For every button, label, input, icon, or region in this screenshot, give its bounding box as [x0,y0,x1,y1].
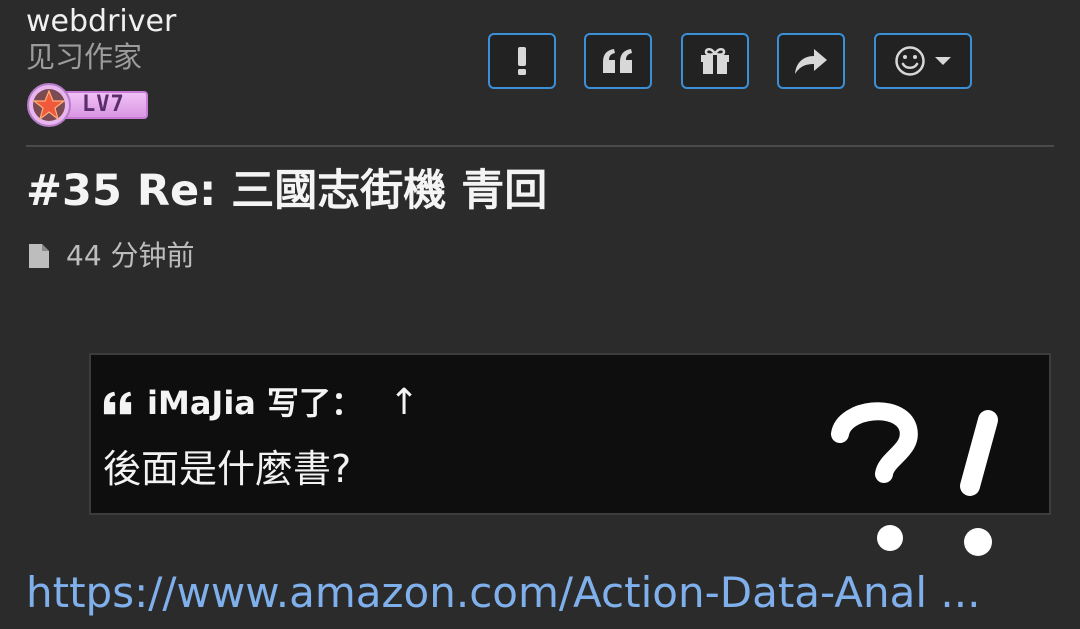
question-exclamation-sticker [831,402,998,556]
report-button[interactable] [488,33,556,89]
share-button[interactable] [777,33,845,89]
share-arrow-icon [795,49,827,74]
username[interactable]: webdriver [26,4,286,40]
quote-icon [103,391,132,415]
gift-button[interactable] [681,33,749,89]
post-title[interactable]: #35 Re: 三國志街機 青回 [26,163,547,219]
user-block: webdriver 见习作家 [26,4,286,74]
gift-icon [701,48,729,74]
quote-author: iMaJia 写了： [147,384,364,422]
jump-to-quote-link[interactable]: ↑ [389,381,419,425]
post-timestamp: 44 分钟前 [66,239,195,272]
amazon-link[interactable]: https://www.amazon.com/Action-Data-Anal … [26,564,980,622]
smiley-icon [895,46,925,76]
quote-icon [603,49,632,73]
quote-text: 後面是什麼書? [103,447,352,491]
user-rank-title: 见习作家 [26,40,143,74]
file-icon [29,244,49,268]
chevron-down-icon [935,57,951,65]
reaction-button[interactable] [874,33,972,89]
exclamation-icon [518,47,526,75]
quote-header: iMaJia 写了： ↑ [103,381,419,425]
quote-button[interactable] [584,33,652,89]
divider [26,145,1054,147]
level-badge: LV7 [26,82,150,127]
level-label: LV7 [82,92,125,117]
star-medal-icon [27,83,71,127]
post-meta: 44 分钟前 [28,238,195,274]
